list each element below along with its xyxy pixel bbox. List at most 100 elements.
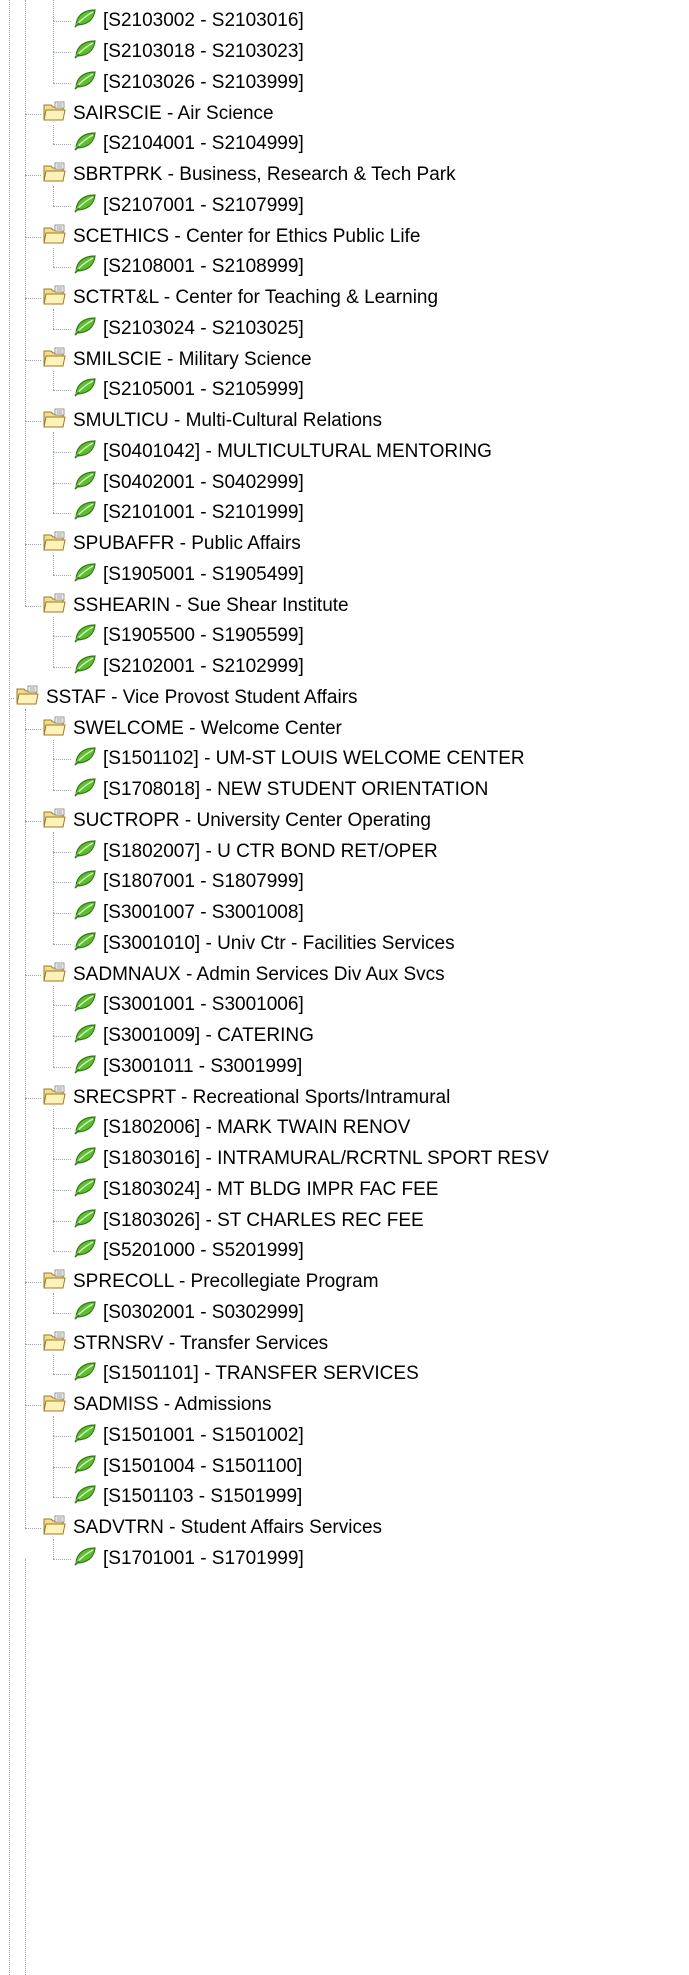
leaf-icon: [73, 1546, 97, 1572]
tree-guide-line: [25, 298, 26, 360]
tree-connector: [25, 360, 41, 361]
tree-guide-line: [9, 0, 10, 1975]
tree-connector: [53, 913, 71, 914]
tree-guide-line: [53, 371, 54, 390]
tree-guide-line: [25, 729, 26, 821]
leaf-icon: [73, 254, 97, 280]
folder-open-icon: [43, 530, 67, 558]
tree-connector: [53, 1067, 71, 1068]
tree-guide-line: [53, 555, 54, 575]
folder-open-icon: [43, 1391, 67, 1419]
leaf-icon: [73, 1146, 97, 1172]
folder-open-icon: [43, 592, 67, 620]
tree-connector: [53, 1251, 71, 1252]
tree-connector: [53, 1159, 71, 1160]
tree-guide-line: [53, 1293, 54, 1313]
tree-connector: [53, 1128, 71, 1129]
folder-open-icon: [43, 346, 67, 374]
tree-connector: [53, 882, 71, 883]
tree-guide-line: [53, 52, 54, 83]
folder-open-icon: [43, 1514, 67, 1542]
tree-connector: [53, 575, 71, 576]
tree-connector: [53, 1467, 71, 1468]
tree-connector: [53, 1221, 71, 1222]
tree-connector: [53, 1559, 71, 1560]
tree-guide-line: [53, 1355, 54, 1374]
tree-connector: [53, 759, 71, 760]
tree-connector: [25, 1282, 41, 1283]
tree-connector: [53, 452, 71, 453]
tree-guide-line: [25, 175, 26, 237]
tree-connector: [25, 606, 41, 607]
tree-connector: [53, 1005, 71, 1006]
tree-connector: [53, 144, 71, 145]
leaf-icon: [73, 654, 97, 680]
tree-connector: [53, 1374, 71, 1375]
leaf-icon: [73, 1115, 97, 1141]
leaf-icon: [73, 1454, 97, 1480]
folder-open-icon: [43, 100, 67, 128]
leaf-icon: [73, 39, 97, 65]
folder-open-icon: [16, 684, 40, 712]
leaf-icon: [73, 562, 97, 588]
tree-connector: [25, 114, 41, 115]
tree-guide-line: [25, 1559, 26, 1975]
tree-guide-line: [53, 452, 54, 483]
tree-connector: [53, 1436, 71, 1437]
leaf-icon: [73, 746, 97, 772]
tree-guide-line: [25, 421, 26, 544]
leaf-icon: [73, 1177, 97, 1203]
leaf-icon: [73, 316, 97, 342]
tree-connector: [53, 852, 71, 853]
leaf-icon: [73, 931, 97, 957]
leaf-icon: [73, 777, 97, 803]
tree-guide-line: [53, 1005, 54, 1036]
leaf-icon: [73, 623, 97, 649]
account-tree: [S2103002 - S2103016] [S2103018 - S210302…: [0, 0, 689, 1975]
folder-open-icon: [43, 223, 67, 251]
tree-connector: [53, 267, 71, 268]
leaf-icon: [73, 8, 97, 34]
tree-node-label: [S1701001 - S1701999]: [103, 1547, 304, 1569]
leaf-icon: [73, 1484, 97, 1510]
tree-connector: [25, 1344, 41, 1345]
leaf-icon: [73, 439, 97, 465]
tree-connector: [53, 21, 71, 22]
leaf-icon: [73, 70, 97, 96]
tree-guide-line: [25, 975, 26, 1098]
leaf-icon: [73, 900, 97, 926]
tree-connector: [25, 298, 41, 299]
tree-guide-line: [25, 1405, 26, 1528]
tree-connector: [53, 667, 71, 668]
leaf-icon: [73, 1208, 97, 1234]
leaf-icon: [73, 500, 97, 526]
tree-guide-line: [25, 1282, 26, 1344]
tree-connector: [53, 329, 71, 330]
tree-connector: [53, 483, 71, 484]
tree-connector: [25, 821, 41, 822]
tree-leaf-node[interactable]: [S1701001 - S1701999]: [73, 1540, 304, 1578]
leaf-icon: [73, 869, 97, 895]
tree-connector: [53, 1036, 71, 1037]
leaf-icon: [73, 131, 97, 157]
tree-guide-line: [53, 1159, 54, 1190]
tree-guide-line: [53, 852, 54, 882]
tree-guide-line: [53, 1416, 54, 1436]
tree-guide-line: [25, 0, 26, 114]
leaf-icon: [73, 470, 97, 496]
tree-connector: [53, 206, 71, 207]
tree-connector: [53, 83, 71, 84]
leaf-icon: [73, 1300, 97, 1326]
tree-connector: [53, 1313, 71, 1314]
folder-open-icon: [43, 407, 67, 435]
tree-guide-line: [53, 986, 54, 1005]
tree-connector: [25, 237, 41, 238]
tree-guide-line: [53, 1109, 54, 1128]
tree-guide-line: [53, 832, 54, 852]
tree-guide-line: [53, 1221, 54, 1251]
tree-connector: [53, 1190, 71, 1191]
tree-connector: [25, 1528, 41, 1529]
tree-connector: [53, 390, 71, 391]
tree-guide-line: [53, 1539, 54, 1559]
folder-open-icon: [43, 1084, 67, 1112]
